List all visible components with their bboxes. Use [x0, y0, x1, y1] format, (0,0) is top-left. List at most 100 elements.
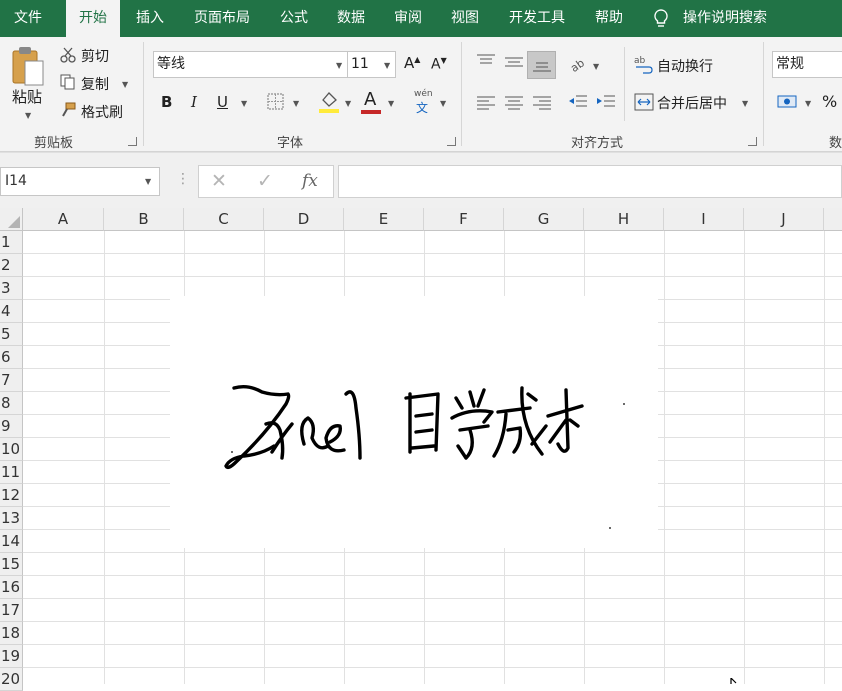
row-header-14[interactable]: 14: [0, 530, 23, 553]
font-color-icon[interactable]: A: [364, 89, 376, 110]
tab-review[interactable]: 审阅: [384, 0, 432, 37]
signature-image[interactable]: [170, 296, 658, 548]
copy-dropdown-icon[interactable]: ▼: [122, 80, 128, 89]
tab-help[interactable]: 帮助: [585, 0, 633, 37]
column-header-b[interactable]: B: [104, 208, 184, 231]
row-header-20[interactable]: 20: [0, 668, 23, 691]
decrease-font-size-icon[interactable]: A▼: [431, 56, 447, 73]
tell-me-search[interactable]: 操作说明搜索: [683, 0, 767, 37]
cancel-entry-icon[interactable]: ✕: [211, 170, 227, 192]
select-all-triangle-icon: [8, 216, 20, 228]
row-header-5[interactable]: 5: [0, 323, 23, 346]
font-dialog-launcher[interactable]: [447, 137, 456, 146]
phonetic-guide-icon[interactable]: 文: [416, 99, 428, 116]
column-header-d[interactable]: D: [264, 208, 344, 231]
phonetic-dropdown-icon[interactable]: ▼: [440, 99, 446, 108]
row-header-3[interactable]: 3: [0, 277, 23, 300]
column-header-g[interactable]: G: [504, 208, 584, 231]
currency-dropdown-icon[interactable]: ▼: [805, 99, 811, 108]
orientation-icon[interactable]: ab: [569, 54, 589, 72]
row-header-4[interactable]: 4: [0, 300, 23, 323]
tab-page-layout[interactable]: 页面布局: [184, 0, 260, 37]
underline-button[interactable]: U: [217, 93, 228, 111]
tab-developer[interactable]: 开发工具: [498, 0, 576, 37]
alignment-dialog-launcher[interactable]: [748, 137, 757, 146]
tab-formulas[interactable]: 公式: [270, 0, 318, 37]
row-header-9[interactable]: 9: [0, 415, 23, 438]
column-header-f[interactable]: F: [424, 208, 504, 231]
bold-button[interactable]: B: [161, 93, 172, 111]
percent-style-button[interactable]: %: [822, 92, 837, 111]
bottom-align-button[interactable]: [527, 51, 556, 79]
currency-format-icon[interactable]: [777, 93, 799, 111]
row-header-18[interactable]: 18: [0, 622, 23, 645]
align-left-icon[interactable]: [476, 96, 496, 110]
font-name-value: 等线: [157, 56, 185, 72]
paste-button[interactable]: 粘贴: [12, 86, 42, 107]
row-header-19[interactable]: 19: [0, 645, 23, 668]
row-header-13[interactable]: 13: [0, 507, 23, 530]
row-header-17[interactable]: 17: [0, 599, 23, 622]
name-box-dropdown-icon[interactable]: ▼: [145, 177, 151, 186]
worksheet-grid[interactable]: A B C D E F G H I J 1 2 3 4 5 6 7 8 9 10…: [0, 208, 842, 691]
column-header-a[interactable]: A: [23, 208, 104, 231]
top-align-icon[interactable]: [476, 54, 496, 68]
font-size-dropdown-icon[interactable]: ▼: [384, 61, 390, 70]
group-separator: [143, 42, 144, 146]
row-header-15[interactable]: 15: [0, 553, 23, 576]
align-right-icon[interactable]: [532, 96, 552, 110]
increase-indent-icon[interactable]: [596, 95, 616, 111]
tab-home[interactable]: 开始: [66, 0, 120, 37]
paste-icon[interactable]: [10, 45, 46, 87]
middle-align-icon[interactable]: [504, 57, 524, 71]
phonetic-guide-pinyin: wén: [414, 89, 433, 99]
row-header-2[interactable]: 2: [0, 254, 23, 277]
column-header-j[interactable]: J: [744, 208, 824, 231]
tab-file[interactable]: 文件: [0, 0, 56, 37]
tab-view[interactable]: 视图: [441, 0, 489, 37]
column-header-i[interactable]: I: [664, 208, 744, 231]
formula-bar-grip-icon: ⋮: [176, 171, 190, 187]
row-header-12[interactable]: 12: [0, 484, 23, 507]
column-header-h[interactable]: H: [584, 208, 664, 231]
name-box[interactable]: I14: [0, 167, 160, 196]
clipboard-dialog-launcher[interactable]: [128, 137, 137, 146]
confirm-entry-icon[interactable]: ✓: [257, 170, 273, 192]
row-header-8[interactable]: 8: [0, 392, 23, 415]
cut-button[interactable]: 剪切: [81, 46, 109, 66]
font-name-dropdown-icon[interactable]: ▼: [336, 61, 342, 70]
tab-data[interactable]: 数据: [327, 0, 375, 37]
column-header-e[interactable]: E: [344, 208, 424, 231]
underline-dropdown-icon[interactable]: ▼: [241, 99, 247, 108]
row-header-11[interactable]: 11: [0, 461, 23, 484]
font-name-box[interactable]: 等线: [153, 51, 348, 78]
font-color-dropdown-icon[interactable]: ▼: [388, 99, 394, 108]
copy-button[interactable]: 复制: [81, 74, 109, 94]
insert-function-icon[interactable]: fx: [302, 171, 318, 191]
row-header-7[interactable]: 7: [0, 369, 23, 392]
merge-dropdown-icon[interactable]: ▼: [742, 99, 748, 108]
row-header-10[interactable]: 10: [0, 438, 23, 461]
row-header-6[interactable]: 6: [0, 346, 23, 369]
decrease-indent-icon[interactable]: [568, 95, 588, 111]
merge-center-icon: [634, 93, 654, 111]
row-header-16[interactable]: 16: [0, 576, 23, 599]
align-center-icon[interactable]: [504, 96, 524, 110]
column-header-c[interactable]: C: [184, 208, 264, 231]
orientation-dropdown-icon[interactable]: ▼: [593, 62, 599, 71]
borders-icon[interactable]: [267, 93, 285, 111]
row-header-1[interactable]: 1: [0, 231, 23, 254]
wrap-text-button[interactable]: 自动换行: [657, 56, 713, 76]
number-format-box[interactable]: 常规: [772, 51, 842, 78]
merge-center-button[interactable]: 合并后居中: [657, 93, 727, 113]
increase-font-size-icon[interactable]: A▲: [404, 54, 420, 72]
italic-button[interactable]: I: [191, 93, 197, 111]
select-all-corner[interactable]: [0, 208, 23, 231]
borders-dropdown-icon[interactable]: ▼: [293, 99, 299, 108]
fill-color-dropdown-icon[interactable]: ▼: [345, 99, 351, 108]
tab-insert[interactable]: 插入: [126, 0, 174, 37]
paste-dropdown-icon[interactable]: ▼: [25, 111, 31, 120]
format-painter-button[interactable]: 格式刷: [81, 102, 123, 122]
fill-color-icon[interactable]: [318, 90, 340, 114]
formula-input[interactable]: [338, 165, 842, 198]
